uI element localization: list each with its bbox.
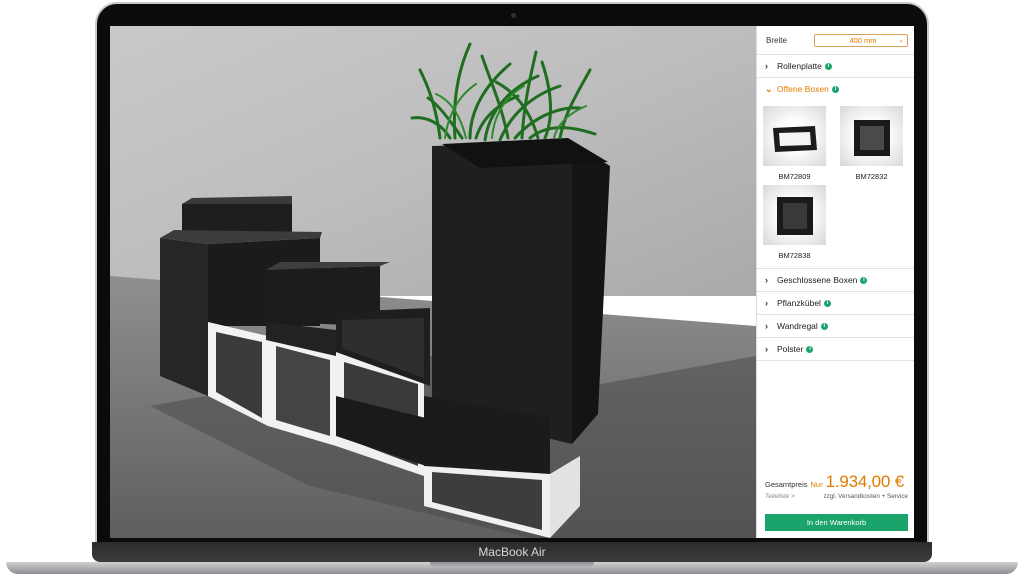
sub-line: Teileliste > zzgl. Versandkosten + Servi… bbox=[765, 493, 908, 500]
section-geschlossene-boxen[interactable]: › Geschlossene Boxen i bbox=[757, 269, 914, 292]
info-icon[interactable]: i bbox=[820, 322, 828, 330]
width-select-value: 400 mm bbox=[849, 35, 877, 45]
section-label: Wandregal bbox=[777, 321, 818, 331]
laptop-notch bbox=[430, 562, 594, 568]
shipping-note: zzgl. Versandkosten + Service bbox=[823, 493, 908, 500]
total-area: Gesamtpreis Nur 1.934,00 € Teileliste > … bbox=[765, 472, 908, 500]
price-prefix: Nur bbox=[810, 480, 823, 489]
product-image bbox=[763, 106, 826, 166]
width-row: Breite 400 mm ⌄ bbox=[757, 26, 914, 55]
total-line: Gesamtpreis Nur 1.934,00 € bbox=[765, 472, 908, 492]
product-code: BM72832 bbox=[855, 172, 888, 181]
info-icon[interactable]: i bbox=[824, 62, 832, 70]
chevron-right-icon: › bbox=[765, 275, 768, 285]
screen: Breite 400 mm ⌄ › Rollenplatte i ⌄ Offen… bbox=[110, 26, 914, 538]
product-code: BM72838 bbox=[778, 251, 811, 260]
chevron-right-icon: › bbox=[765, 344, 768, 354]
product-image bbox=[840, 106, 903, 166]
info-icon[interactable]: i bbox=[860, 276, 868, 284]
chevron-right-icon: › bbox=[765, 321, 768, 331]
3d-viewport[interactable] bbox=[110, 26, 756, 538]
section-label: Offene Boxen bbox=[777, 84, 829, 94]
product-grid: BM72809 BM72832 BM72838 bbox=[757, 100, 914, 269]
section-label: Rollenplatte bbox=[777, 61, 822, 71]
chevron-right-icon: › bbox=[765, 298, 768, 308]
info-icon[interactable]: i bbox=[823, 299, 831, 307]
device-label: MacBook Air bbox=[478, 545, 546, 559]
box-left-tall bbox=[160, 238, 208, 396]
section-label: Polster bbox=[777, 344, 804, 354]
camera-icon bbox=[511, 13, 516, 18]
width-label: Breite bbox=[766, 35, 787, 45]
info-icon[interactable]: i bbox=[831, 85, 839, 93]
section-wandregal[interactable]: › Wandregal i bbox=[757, 315, 914, 338]
section-pflanzkuebel[interactable]: › Pflanzkübel i bbox=[757, 292, 914, 315]
total-price: 1.934,00 € bbox=[825, 472, 905, 491]
section-polster[interactable]: › Polster i bbox=[757, 338, 914, 361]
product-code: BM72809 bbox=[778, 172, 811, 181]
chevron-right-icon: › bbox=[765, 61, 768, 71]
width-select[interactable]: 400 mm ⌄ bbox=[814, 33, 908, 47]
add-to-cart-button[interactable]: In den Warenkorb bbox=[765, 514, 908, 531]
parts-list-link[interactable]: Teileliste > bbox=[765, 493, 795, 500]
info-icon[interactable]: i bbox=[806, 345, 814, 353]
chevron-down-icon: ⌄ bbox=[898, 36, 904, 44]
product-card[interactable]: BM72809 bbox=[763, 106, 826, 181]
chevron-down-icon: ⌄ bbox=[765, 83, 773, 94]
planter-front bbox=[432, 142, 572, 444]
product-card[interactable]: BM72832 bbox=[840, 106, 903, 181]
section-offene-boxen[interactable]: ⌄ Offene Boxen i bbox=[757, 78, 914, 100]
section-label: Geschlossene Boxen bbox=[777, 275, 858, 285]
section-label: Pflanzkübel bbox=[777, 298, 821, 308]
configurator-panel: Breite 400 mm ⌄ › Rollenplatte i ⌄ Offen… bbox=[756, 26, 914, 538]
product-card[interactable]: BM72838 bbox=[763, 185, 826, 260]
product-image bbox=[763, 185, 826, 245]
section-rollenplatte[interactable]: › Rollenplatte i bbox=[757, 55, 914, 78]
total-label: Gesamtpreis bbox=[765, 480, 808, 489]
